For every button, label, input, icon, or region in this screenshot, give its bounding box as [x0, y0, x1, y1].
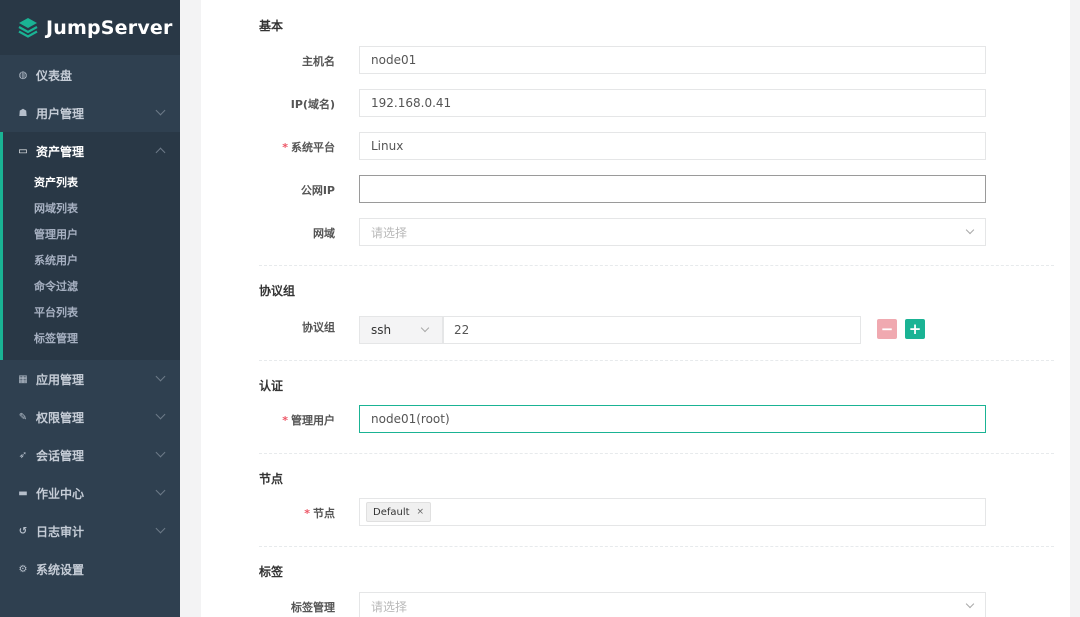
sidebar-subitem-admin-users[interactable]: 管理用户	[3, 222, 180, 248]
required-mark: *	[282, 414, 288, 427]
node-tag: Default ×	[366, 502, 432, 522]
required-mark: *	[304, 507, 310, 520]
public-ip-label: 公网IP	[300, 184, 335, 197]
sidebar-item-users[interactable]: ☗ 用户管理	[0, 94, 180, 132]
desktop-icon: ▬	[18, 487, 28, 499]
sidebar-item-applications[interactable]: ▦ 应用管理	[0, 360, 180, 398]
public-ip-input[interactable]	[359, 175, 986, 203]
domain-select[interactable]: 请选择	[359, 218, 986, 246]
sidebar-item-label: 应用管理	[36, 372, 85, 387]
brand-name: JumpServer	[46, 16, 173, 39]
protocols-label: 协议组	[302, 321, 335, 334]
sidebar-subitem-platforms[interactable]: 平台列表	[3, 300, 180, 326]
ip-value: 192.168.0.41	[371, 96, 452, 110]
sidebar-item-label: 日志审计	[36, 524, 85, 539]
sidebar-item-label: 用户管理	[36, 106, 85, 121]
nodes-label-text: 节点	[313, 507, 335, 520]
sidebar-item-audits[interactable]: ↺ 日志审计	[0, 512, 180, 550]
platform-label: * 系统平台	[201, 139, 335, 155]
sidebar-subitem-labels[interactable]: 标签管理	[3, 326, 180, 352]
sidebar-subitem-command-filters[interactable]: 命令过滤	[3, 274, 180, 300]
sidebar-subitem-system-users[interactable]: 系统用户	[3, 248, 180, 274]
platform-select[interactable]: Linux	[359, 132, 986, 160]
section-title-labels: 标签	[259, 565, 284, 579]
section-title-nodes: 节点	[259, 472, 284, 486]
admin-user-label: * 管理用户	[201, 412, 335, 428]
platform-value: Linux	[371, 139, 404, 153]
section-divider	[259, 360, 1054, 361]
node-tag-label: Default	[373, 506, 410, 518]
admin-user-select[interactable]: node01(root)	[359, 405, 986, 433]
chevron-up-icon	[155, 147, 166, 158]
labels-placeholder: 请选择	[371, 599, 408, 614]
protocol-port-input[interactable]: 22	[443, 316, 861, 344]
sidebar-nav: ◍ 仪表盘 ☗ 用户管理 ▭ 资产管理 资产列表 网域列表 管理用户 系统用户 …	[0, 56, 180, 588]
domain-placeholder: 请选择	[371, 225, 408, 240]
sidebar-item-label: 仪表盘	[36, 68, 73, 83]
sidebar-item-dashboard[interactable]: ◍ 仪表盘	[0, 56, 180, 94]
sidebar-item-label: 资产管理	[36, 144, 85, 159]
labels-select[interactable]: 请选择	[359, 592, 986, 617]
chevron-down-icon	[155, 371, 166, 382]
hostname-label: 主机名	[302, 55, 335, 68]
sidebar-item-label: 会话管理	[36, 448, 85, 463]
section-divider	[259, 265, 1054, 266]
users-icon: ☗	[18, 107, 28, 119]
chevron-down-icon	[155, 105, 166, 116]
chevron-down-icon	[420, 323, 430, 333]
admin-user-label-text: 管理用户	[291, 414, 335, 427]
protocol-port-value: 22	[454, 323, 470, 337]
hostname-value: node01	[371, 53, 417, 67]
sidebar-item-assets[interactable]: ▭ 资产管理	[3, 132, 180, 170]
sidebar-item-label: 作业中心	[36, 486, 85, 501]
admin-user-value: node01(root)	[371, 412, 450, 426]
nodes-label: * 节点	[201, 505, 335, 521]
sidebar-item-permissions[interactable]: ✎ 权限管理	[0, 398, 180, 436]
close-icon[interactable]: ×	[417, 507, 425, 517]
gears-icon: ⚙	[18, 563, 28, 575]
sidebar: JumpServer ◍ 仪表盘 ☗ 用户管理 ▭ 资产管理 资产列表 网域列表…	[0, 0, 180, 617]
sidebar-item-jobs[interactable]: ▬ 作业中心	[0, 474, 180, 512]
jumpserver-logo-icon	[18, 17, 38, 38]
section-divider	[259, 546, 1054, 547]
chevron-down-icon	[965, 225, 975, 235]
protocol-select[interactable]: ssh	[359, 316, 443, 344]
labels-label: 标签管理	[291, 601, 335, 614]
section-title-auth: 认证	[259, 379, 284, 393]
chevron-down-icon	[155, 409, 166, 420]
edit-icon: ✎	[18, 411, 28, 423]
section-divider	[259, 453, 1054, 454]
sidebar-subitem-domain-list[interactable]: 网域列表	[3, 196, 180, 222]
chevron-down-icon	[965, 599, 975, 609]
remove-protocol-button[interactable]: −	[877, 319, 897, 339]
inbox-icon: ▭	[18, 145, 28, 157]
rocket-icon: ➶	[18, 449, 28, 461]
chevron-down-icon	[155, 523, 166, 534]
dashboard-icon: ◍	[18, 69, 28, 81]
platform-label-text: 系统平台	[291, 141, 335, 154]
asset-form-panel: 基本 主机名 node01 IP(域名) 192.168.0.41 * 系统平台 …	[201, 0, 1070, 617]
sidebar-item-sessions[interactable]: ➶ 会话管理	[0, 436, 180, 474]
hostname-input[interactable]: node01	[359, 46, 986, 74]
sidebar-item-label: 系统设置	[36, 562, 85, 577]
chevron-down-icon	[155, 447, 166, 458]
sidebar-subitem-asset-list[interactable]: 资产列表	[3, 170, 180, 196]
domain-label: 网域	[313, 227, 335, 240]
logo[interactable]: JumpServer	[0, 0, 180, 55]
history-icon: ↺	[18, 525, 28, 537]
ip-label: IP(域名)	[290, 98, 335, 111]
section-title-basic: 基本	[259, 19, 284, 33]
required-mark: *	[282, 141, 288, 154]
ip-input[interactable]: 192.168.0.41	[359, 89, 986, 117]
sidebar-group-assets: ▭ 资产管理 资产列表 网域列表 管理用户 系统用户 命令过滤 平台列表 标签管…	[0, 132, 180, 360]
add-protocol-button[interactable]: +	[905, 319, 925, 339]
sidebar-item-settings[interactable]: ⚙ 系统设置	[0, 550, 180, 588]
chevron-down-icon	[155, 485, 166, 496]
nodes-select[interactable]: Default ×	[359, 498, 986, 526]
sidebar-item-label: 权限管理	[36, 410, 85, 425]
grid-icon: ▦	[18, 373, 28, 385]
protocol-value: ssh	[371, 323, 392, 337]
section-title-protocols: 协议组	[259, 284, 296, 298]
